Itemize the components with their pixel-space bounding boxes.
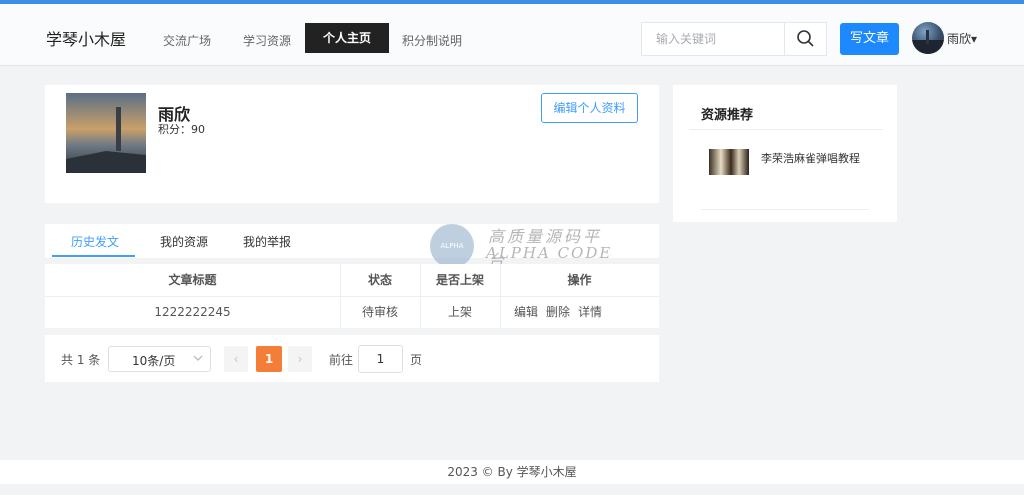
page-size-value: 10条/页 (132, 354, 176, 368)
user-menu[interactable]: 雨欣▾ (947, 30, 977, 47)
avatar-photo (66, 107, 146, 173)
tab-active-indicator (52, 255, 135, 257)
delete-action-link[interactable]: 删除 (546, 296, 570, 328)
watermark: ALPHA 高质量源码平台 ALPHA CODE (430, 222, 620, 270)
details-action-link[interactable]: 详情 (578, 296, 602, 328)
goto-page-input[interactable]: 1 (358, 345, 403, 373)
divider (701, 209, 869, 210)
nav-item-points-rules[interactable]: 积分制说明 (402, 26, 462, 56)
profile-card: 雨欣 积分：90 编辑个人资料 (45, 85, 659, 203)
edit-action-link[interactable]: 编辑 (514, 296, 538, 328)
column-header-actions[interactable]: 操作 (500, 264, 659, 296)
tab-my-resources[interactable]: 我的资源 (160, 233, 208, 250)
user-avatar[interactable] (912, 22, 944, 54)
watermark-badge: ALPHA (430, 224, 474, 268)
cell-title[interactable]: 1222222245 (45, 296, 340, 328)
profile-avatar (66, 93, 146, 173)
prev-page-button[interactable]: ‹ (224, 346, 248, 372)
profile-score: 积分：90 (158, 123, 205, 136)
watermark-en: ALPHA CODE (486, 244, 613, 262)
avatar-photo (912, 30, 944, 54)
search-icon (797, 30, 814, 47)
site-header: 学琴小木屋 交流广场 学习资源 个人主页 积分制说明 写文章 雨欣▾ (0, 4, 1024, 66)
posts-table: 文章标题 状态 是否上架 操作 1222222245 待审核 上架 编辑 删除 … (45, 264, 659, 328)
resource-title[interactable]: 李荣浩麻雀弹唱教程 (761, 152, 861, 165)
pagination-total: 共 1 条 (61, 353, 101, 367)
chevron-down-icon: ▾ (971, 32, 978, 46)
search-button[interactable] (784, 23, 826, 55)
search-box (641, 22, 827, 56)
search-input[interactable] (642, 23, 784, 55)
tab-my-reports[interactable]: 我的举报 (243, 233, 291, 250)
page-suffix: 页 (410, 353, 423, 367)
column-divider (500, 264, 501, 328)
divider (689, 129, 883, 130)
column-header-status[interactable]: 状态 (340, 264, 420, 296)
site-footer: 2023 © By 学琴小木屋 (0, 460, 1024, 484)
sidebar-title: 资源推荐 (701, 108, 754, 123)
tab-post-history[interactable]: 历史发文 (71, 233, 119, 250)
chevron-down-icon (192, 351, 204, 368)
edit-profile-button[interactable]: 编辑个人资料 (541, 93, 638, 123)
current-page[interactable]: 1 (256, 346, 282, 372)
resource-recommendations: 资源推荐 李荣浩麻雀弹唱教程 (673, 85, 897, 222)
site-logo[interactable]: 学琴小木屋 (46, 26, 126, 50)
nav-item-resources[interactable]: 学习资源 (243, 26, 291, 56)
user-name: 雨欣 (947, 32, 972, 46)
column-header-listed[interactable]: 是否上架 (420, 264, 500, 296)
write-article-button[interactable]: 写文章 (840, 23, 899, 55)
goto-label: 前往 (329, 353, 354, 367)
column-header-title[interactable]: 文章标题 (45, 264, 340, 296)
next-page-button[interactable]: › (288, 346, 312, 372)
resource-thumbnail[interactable] (709, 149, 749, 175)
page-size-select[interactable]: 10条/页 (108, 346, 211, 372)
cell-status: 待审核 (361, 305, 398, 319)
cell-listed: 上架 (447, 305, 472, 319)
pagination: 共 1 条 10条/页 ‹ 1 › 前往 1 页 (45, 335, 659, 382)
nav-item-community[interactable]: 交流广场 (163, 26, 211, 56)
nav-item-profile[interactable]: 个人主页 (305, 23, 390, 53)
